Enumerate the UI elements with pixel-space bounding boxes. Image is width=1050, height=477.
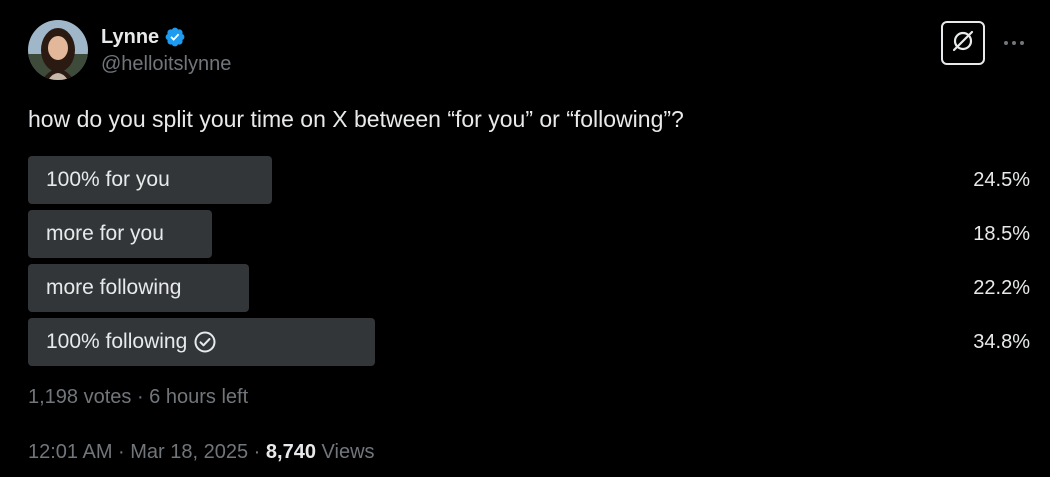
- tweet-text: how do you split your time on X between …: [28, 106, 684, 132]
- grok-button[interactable]: [941, 21, 985, 65]
- verified-badge-icon: [164, 26, 186, 48]
- author-handle[interactable]: @helloitslynne: [101, 53, 231, 76]
- poll-option: 100% for you 24.5%: [28, 156, 1030, 204]
- poll-option-percent: 34.8%: [973, 330, 1030, 353]
- grok-icon: [950, 28, 976, 59]
- more-horizontal-icon: [1003, 33, 1025, 51]
- poll-option: more for you 18.5%: [28, 210, 1030, 258]
- views-count: 8,740: [265, 441, 316, 463]
- tweet-timestamp[interactable]: 12:01 AM · Mar 18, 2025 ·: [28, 441, 266, 463]
- avatar[interactable]: [28, 20, 88, 80]
- poll: 100% for you 24.5% more for you 18.5% mo…: [28, 156, 1030, 372]
- poll-option-label: 100% following: [46, 318, 217, 366]
- author-name-row: Lynne: [101, 24, 186, 50]
- poll-option-percent: 22.2%: [973, 276, 1030, 299]
- avatar-image: [28, 20, 88, 80]
- poll-option-label: 100% for you: [46, 168, 170, 191]
- views-label: Views: [315, 441, 375, 463]
- poll-option-winner: 100% following 34.8%: [28, 318, 1030, 366]
- author-name[interactable]: Lynne: [101, 26, 159, 49]
- poll-option-label: more following: [46, 276, 182, 299]
- poll-option-label: more for you: [46, 222, 164, 245]
- tweet-timestamp-row: 12:01 AM · Mar 18, 2025 · 8,740 Views: [28, 441, 375, 464]
- more-options-button[interactable]: [1000, 30, 1028, 54]
- poll-option: more following 22.2%: [28, 264, 1030, 312]
- poll-option-percent: 24.5%: [973, 168, 1030, 191]
- poll-meta: 1,198 votes · 6 hours left: [28, 386, 249, 408]
- poll-option-percent: 18.5%: [973, 222, 1030, 245]
- check-circle-icon: [193, 330, 217, 354]
